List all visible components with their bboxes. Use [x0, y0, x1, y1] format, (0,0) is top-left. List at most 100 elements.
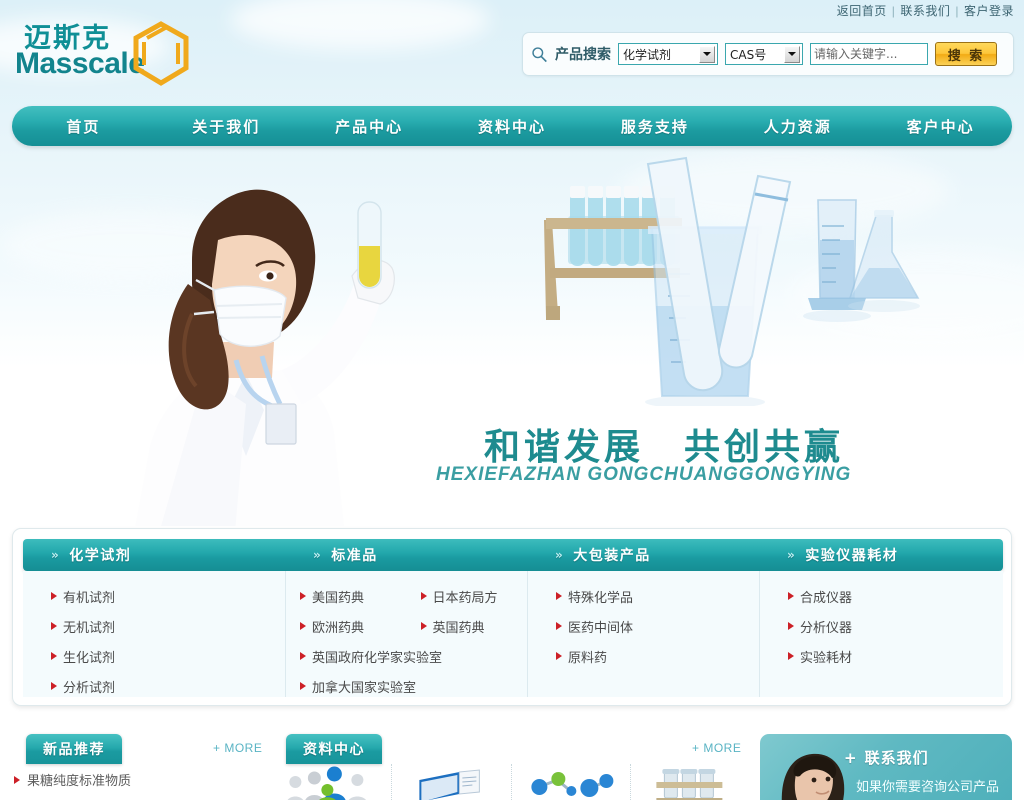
category-item[interactable]: 分析试剂: [23, 671, 285, 701]
bullet-icon: [788, 592, 794, 600]
people-group-icon: [287, 766, 366, 800]
bullet-icon: [300, 652, 306, 660]
chevron-right-icon: »: [555, 548, 565, 562]
logo-english-name: Masscale: [15, 47, 145, 80]
top-link-login[interactable]: 客户登录: [964, 2, 1014, 19]
link-separator: |: [955, 3, 959, 18]
category-item[interactable]: 医药中间体: [528, 611, 759, 641]
category-header-chemical-reagents[interactable]: » 化学试剂: [23, 545, 285, 565]
search-category-select[interactable]: 化学试剂: [618, 43, 718, 65]
category-item-label: 分析仪器: [800, 620, 853, 636]
nav-support[interactable]: 服务支持: [583, 116, 726, 137]
bullet-icon: [788, 652, 794, 660]
top-link-contact[interactable]: 联系我们: [900, 2, 950, 19]
category-item[interactable]: 美国药典: [286, 581, 407, 611]
lab-glassware-illustration: [544, 156, 920, 406]
list-item[interactable]: 果糖纯度标准物质: [14, 764, 264, 789]
category-body: 有机试剂 无机试剂 生化试剂 分析试剂 美国药典 日本药局方 欧洲药典 英国药典…: [23, 571, 1003, 697]
nav-resources[interactable]: 资料中心: [441, 116, 584, 137]
bullet-icon: [14, 775, 20, 784]
category-item[interactable]: 英国政府化学家实验室: [286, 641, 527, 671]
new-products-list: 果糖纯度标准物质: [14, 764, 264, 800]
thumbnail-molecule[interactable]: [512, 764, 632, 800]
more-link-resources[interactable]: + MORE: [692, 741, 741, 755]
category-item[interactable]: 分析仪器: [760, 611, 1003, 641]
category-item[interactable]: 加拿大国家实验室: [286, 671, 527, 701]
contact-subtitle: 如果你需要咨询公司产品: [856, 780, 1000, 795]
thumbnail-document[interactable]: [392, 764, 512, 800]
top-link-home[interactable]: 返回首页: [837, 2, 887, 19]
category-item-label: 特殊化学品: [568, 590, 634, 606]
search-input[interactable]: [810, 43, 928, 65]
list-item-label: 果糖纯度标准物质: [27, 774, 132, 789]
category-item[interactable]: 生化试剂: [23, 641, 285, 671]
bullet-icon: [300, 682, 306, 690]
nav-about[interactable]: 关于我们: [155, 116, 298, 137]
category-item-label: 英国药典: [432, 620, 485, 636]
chevron-right-icon: »: [787, 548, 797, 562]
thumbnail-test-tubes[interactable]: [631, 764, 750, 800]
nav-home[interactable]: 首页: [12, 116, 155, 137]
main-navigation: 首页 关于我们 产品中心 资料中心 服务支持 人力资源 客户中心: [12, 106, 1012, 146]
category-item[interactable]: 日本药局方: [407, 581, 528, 611]
category-item[interactable]: 原料药: [528, 641, 759, 671]
search-submit-button[interactable]: 搜 索: [935, 42, 997, 66]
category-item-label: 有机试剂: [63, 590, 116, 606]
bullet-icon: [51, 682, 57, 690]
plus-icon: +: [844, 748, 858, 767]
more-link-new-products[interactable]: + MORE: [213, 741, 262, 755]
category-item-label: 原料药: [568, 650, 608, 666]
scientist-photo: [135, 189, 395, 526]
hexagon-benzene-icon: [133, 21, 189, 86]
top-utility-links: 返回首页 | 联系我们 | 客户登录: [837, 2, 1014, 19]
nav-products[interactable]: 产品中心: [298, 116, 441, 137]
product-category-panel: » 化学试剂 » 标准品 » 大包装产品 » 实验仪器耗材 有机试剂 无机试剂 …: [12, 528, 1012, 706]
bullet-icon: [51, 592, 57, 600]
search-field-select[interactable]: CAS号: [725, 43, 803, 65]
contact-us-box[interactable]: + 联系我们 如果你需要咨询公司产品: [760, 734, 1012, 800]
site-logo[interactable]: 迈斯克 Masscale: [12, 14, 202, 86]
hero-banner[interactable]: 和谐发展 共创共赢 HEXIEFAZHAN GONGCHUANGGONGYING: [0, 146, 1024, 526]
banner-slogan-pinyin: HEXIEFAZHAN GONGCHUANGGONGYING: [436, 464, 852, 485]
category-item-label: 医药中间体: [568, 620, 634, 636]
link-separator: |: [891, 3, 896, 18]
category-header-bulk-products[interactable]: » 大包装产品: [527, 545, 759, 565]
bullet-icon: [300, 622, 306, 630]
nav-customer[interactable]: 客户中心: [869, 116, 1012, 137]
product-search-bar: 产品搜索 化学试剂 CAS号 搜 索: [522, 32, 1014, 76]
category-header-label: 实验仪器耗材: [805, 548, 899, 564]
search-icon: [532, 46, 547, 62]
banner-slogan-chinese: 和谐发展 共创共赢: [484, 427, 845, 468]
category-item[interactable]: 欧洲药典: [286, 611, 407, 641]
chevron-down-icon: [699, 45, 715, 63]
category-header-standards[interactable]: » 标准品: [285, 545, 527, 565]
category-column-bulk-products: 特殊化学品 医药中间体 原料药: [527, 571, 759, 697]
search-category-value: 化学试剂: [623, 47, 672, 62]
category-column-chemical-reagents: 有机试剂 无机试剂 生化试剂 分析试剂: [23, 571, 285, 697]
tab-new-products[interactable]: 新品推荐: [26, 734, 122, 764]
category-item[interactable]: 合成仪器: [760, 581, 1003, 611]
tab-resource-center[interactable]: 资料中心: [286, 734, 382, 764]
category-item-label: 美国药典: [312, 590, 365, 606]
category-item-label: 欧洲药典: [312, 620, 365, 636]
erlenmeyer-flask-icon: [848, 210, 920, 299]
customer-service-agent-photo: [781, 753, 845, 800]
bullet-icon: [51, 652, 57, 660]
category-item-label: 加拿大国家实验室: [312, 680, 417, 696]
category-item[interactable]: 实验耗材: [760, 641, 1003, 671]
cloud-decoration: [230, 0, 490, 50]
nav-hr[interactable]: 人力资源: [726, 116, 869, 137]
thumbnail-people[interactable]: [272, 764, 392, 800]
search-field-value: CAS号: [730, 47, 767, 62]
bullet-icon: [556, 652, 562, 660]
bullet-icon: [300, 592, 306, 600]
category-item[interactable]: 英国药典: [407, 611, 528, 641]
category-item[interactable]: 有机试剂: [23, 581, 285, 611]
category-item-label: 日本药局方: [432, 590, 498, 606]
bullet-icon: [788, 622, 794, 630]
category-header-label: 标准品: [331, 548, 378, 564]
category-header-lab-instruments[interactable]: » 实验仪器耗材: [759, 545, 1003, 565]
bullet-icon: [556, 592, 562, 600]
category-item[interactable]: 无机试剂: [23, 611, 285, 641]
category-item[interactable]: 特殊化学品: [528, 581, 759, 611]
